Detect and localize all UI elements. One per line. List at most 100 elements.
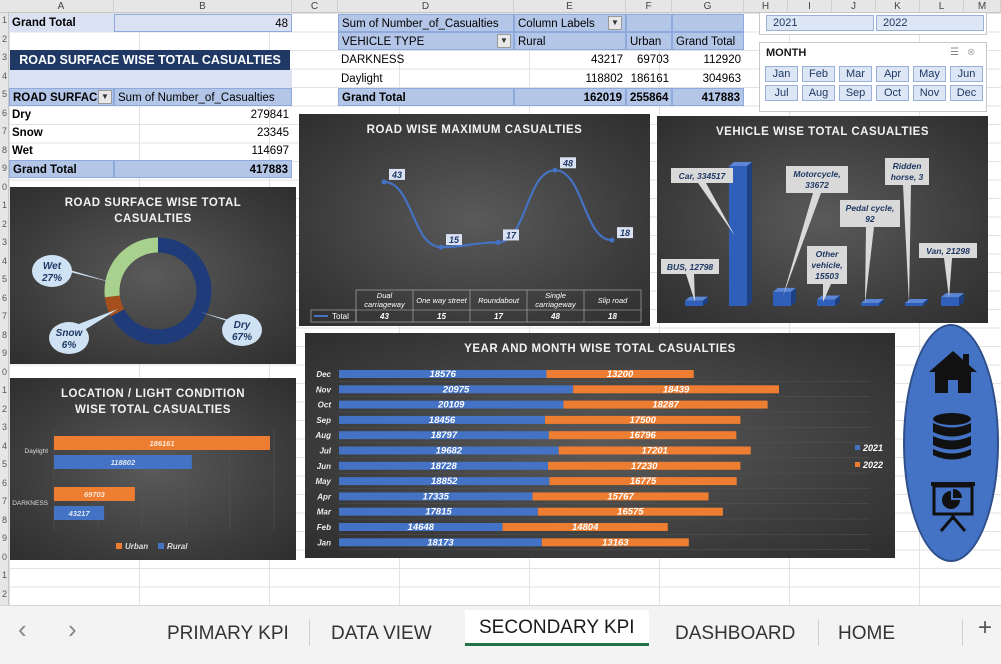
table-cell[interactable]: 304963 <box>672 70 744 88</box>
row-header[interactable]: 7 <box>0 311 9 321</box>
row-header[interactable]: 8 <box>0 515 9 525</box>
slicer-month-apr[interactable]: Apr <box>876 66 909 82</box>
row-header[interactable]: 1 <box>0 15 9 25</box>
tab-data-view[interactable]: DATA VIEW <box>317 616 446 652</box>
row-header[interactable]: 3 <box>0 237 9 247</box>
grand-total-label[interactable]: Grand Total <box>9 160 114 178</box>
row-header[interactable]: 5 <box>0 89 9 99</box>
slicer-year-2021[interactable]: 2021 <box>766 15 874 31</box>
table-cell[interactable]: 43217 <box>514 51 626 69</box>
row-header[interactable]: 8 <box>0 145 9 155</box>
table-row-label[interactable]: Snow <box>9 124 114 142</box>
row-header[interactable]: 2 <box>0 404 9 414</box>
sum-casualties-col-header[interactable]: Sum of Number_of_Casualties <box>114 88 292 106</box>
row-header[interactable]: 2 <box>0 219 9 229</box>
row-header[interactable]: 1 <box>0 385 9 395</box>
slicer-month-sep[interactable]: Sep <box>839 85 872 101</box>
row-header[interactable]: 6 <box>0 108 9 118</box>
grand-total-value[interactable]: 48 <box>114 14 292 32</box>
worksheet[interactable]: A B C D E F G H I J K L M 1 2 3 4 5 6 7 8 9 0 1 2 3 4… <box>0 0 1001 605</box>
row-header[interactable]: 3 <box>0 52 9 62</box>
multi-select-icon[interactable]: ☰ <box>950 47 959 58</box>
row-header[interactable]: 0 <box>0 552 9 562</box>
rural-col-header[interactable]: Rural <box>514 32 626 50</box>
road-surface-donut-chart[interactable]: ROAD SURFACE WISE TOTAL CASUALTIES Dry 67%… <box>10 187 296 364</box>
slicer-year-2022[interactable]: 2022 <box>876 15 984 31</box>
col-header[interactable]: D <box>338 0 514 13</box>
table-row-value[interactable]: 23345 <box>114 124 292 142</box>
table-cell[interactable]: 186161 <box>626 70 672 88</box>
col-header[interactable]: M <box>964 0 1001 13</box>
col-header[interactable]: L <box>920 0 964 13</box>
slicer-month-jan[interactable]: Jan <box>765 66 798 82</box>
col-header[interactable]: A <box>9 0 114 13</box>
road-type-line-chart[interactable]: ROAD WISE MAXIMUM CASUALTIES 43 15 17 48 18 T… <box>299 114 650 326</box>
table-row-value[interactable]: 279841 <box>114 106 292 124</box>
vehicle-column-chart[interactable]: VEHICLE WISE TOTAL CASUALTIES BUS, 12798… <box>657 116 988 323</box>
tab-home[interactable]: HOME <box>824 616 909 652</box>
row-header[interactable]: 7 <box>0 126 9 136</box>
next-sheet-button[interactable]: › <box>68 614 77 645</box>
table-row-label[interactable]: Wet <box>9 142 114 160</box>
row-header[interactable]: 5 <box>0 274 9 284</box>
col-header[interactable]: F <box>626 0 672 13</box>
grand-total-label[interactable]: Grand Total <box>9 14 114 32</box>
slicer-month-dec[interactable]: Dec <box>950 85 983 101</box>
col-header[interactable]: E <box>514 0 626 13</box>
pivot-values-header[interactable]: Sum of Number_of_Casualties <box>338 14 514 32</box>
urban-col-header[interactable]: Urban <box>626 32 672 50</box>
col-header[interactable]: C <box>292 0 338 13</box>
row-header[interactable]: 3 <box>0 422 9 432</box>
col-header[interactable]: B <box>114 0 292 13</box>
filter-dropdown-icon[interactable]: ▼ <box>608 16 622 30</box>
table-row-label[interactable]: Dry <box>9 106 114 124</box>
grand-total-label[interactable]: Grand Total <box>338 88 514 106</box>
filter-dropdown-icon[interactable]: ▼ <box>98 90 112 104</box>
row-header[interactable]: 0 <box>0 367 9 377</box>
database-icon[interactable] <box>931 412 973 462</box>
tab-primary-kpi[interactable]: PRIMARY KPI <box>153 616 303 652</box>
tab-dashboard[interactable]: DASHBOARD <box>661 616 809 652</box>
row-header[interactable]: 9 <box>0 348 9 358</box>
add-sheet-button[interactable]: + <box>978 614 992 642</box>
row-header[interactable]: 0 <box>0 182 9 192</box>
row-header[interactable]: 1 <box>0 200 9 210</box>
col-header[interactable]: H <box>744 0 788 13</box>
slicer-month-feb[interactable]: Feb <box>802 66 835 82</box>
row-header[interactable]: 2 <box>0 589 9 599</box>
table-cell[interactable]: 69703 <box>626 51 672 69</box>
tab-secondary-kpi[interactable]: SECONDARY KPI <box>465 610 649 646</box>
col-header[interactable]: G <box>672 0 744 13</box>
row-header[interactable]: 6 <box>0 293 9 303</box>
slicer-month-aug[interactable]: Aug <box>802 85 835 101</box>
slicer-month-nov[interactable]: Nov <box>913 85 946 101</box>
row-header[interactable]: 6 <box>0 478 9 488</box>
row-header[interactable]: 7 <box>0 496 9 506</box>
light-condition-bar-chart[interactable]: LOCATION / LIGHT CONDITION WISE TOTAL CAS… <box>10 378 296 560</box>
row-header[interactable]: 9 <box>0 533 9 543</box>
slicer-month-jul[interactable]: Jul <box>765 85 798 101</box>
vehicle-type-col-header[interactable]: VEHICLE TYPE <box>338 32 514 50</box>
grand-total-col-header[interactable]: Grand Total <box>672 32 744 50</box>
table-cell[interactable]: 162019 <box>514 88 626 106</box>
table-cell[interactable]: 417883 <box>672 88 744 106</box>
row-header[interactable]: 4 <box>0 441 9 451</box>
prev-sheet-button[interactable]: ‹ <box>18 614 27 645</box>
filter-dropdown-icon[interactable]: ▼ <box>497 34 511 48</box>
table-cell[interactable]: 255864 <box>626 88 672 106</box>
table-row-label[interactable]: DARKNESS <box>338 51 514 69</box>
row-header[interactable]: 4 <box>0 256 9 266</box>
table-row-label[interactable]: Daylight <box>338 70 514 88</box>
row-header[interactable]: 2 <box>0 34 9 44</box>
presentation-chart-icon[interactable] <box>929 479 977 533</box>
row-header[interactable]: 8 <box>0 330 9 340</box>
col-header[interactable]: K <box>876 0 920 13</box>
year-month-bar-chart[interactable]: YEAR AND MONTH WISE TOTAL CASUALTIES 185… <box>305 333 895 558</box>
slicer-month-mar[interactable]: Mar <box>839 66 872 82</box>
row-header[interactable]: 1 <box>0 570 9 580</box>
clear-filter-icon[interactable]: ⊗ <box>967 47 975 58</box>
col-header[interactable]: I <box>788 0 832 13</box>
row-header[interactable]: 9 <box>0 163 9 173</box>
slicer-month-oct[interactable]: Oct <box>876 85 909 101</box>
grand-total-value[interactable]: 417883 <box>114 160 292 178</box>
